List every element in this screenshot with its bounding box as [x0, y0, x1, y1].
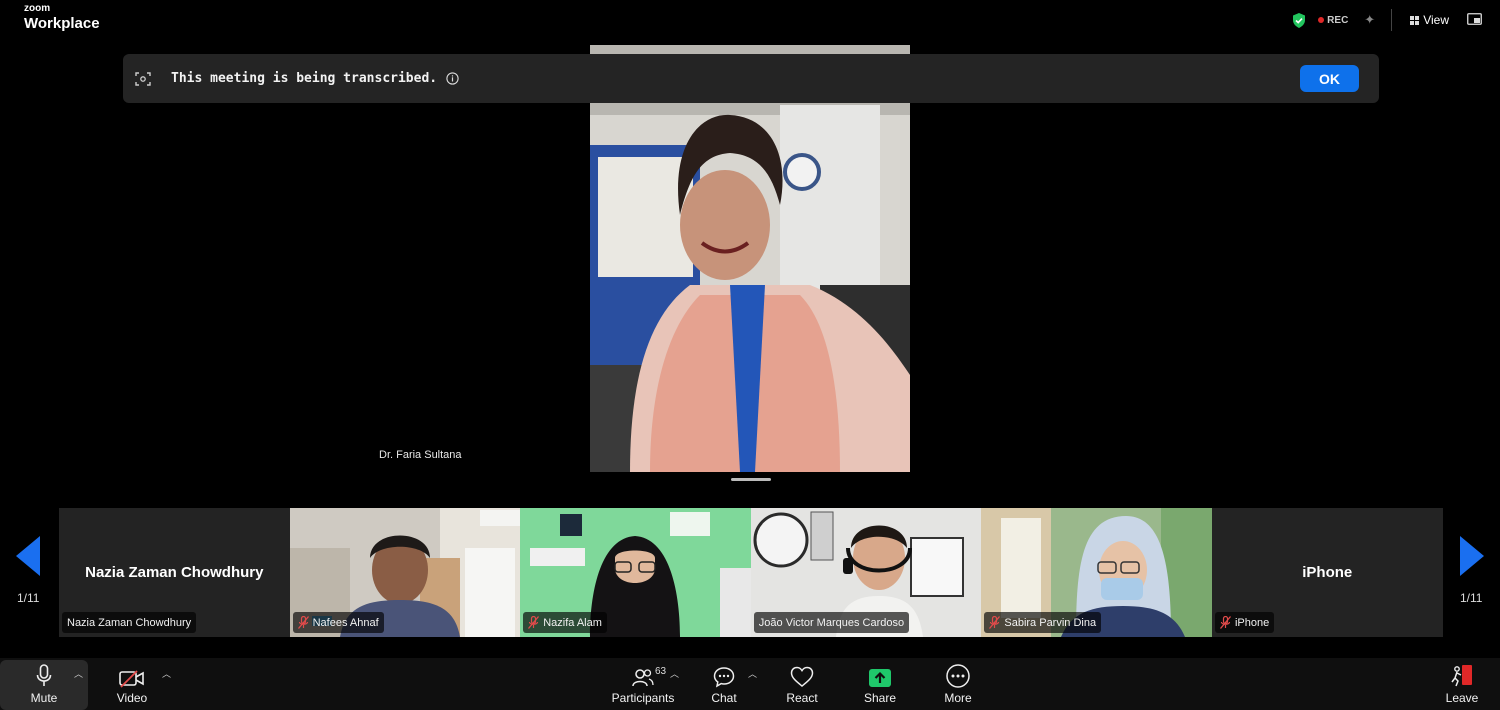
transcription-icon [135, 71, 151, 86]
react-button[interactable]: React [778, 658, 826, 710]
transcription-banner: This meeting is being transcribed. OK [123, 54, 1379, 103]
page-indicator-left: 1/11 [17, 591, 40, 605]
mute-button[interactable]: Mute [18, 658, 70, 710]
heart-icon [790, 658, 814, 688]
mute-label: Mute [30, 691, 58, 705]
participant-name-tag: Sabira Parvin Dina [984, 612, 1102, 633]
video-label: Video [116, 691, 148, 705]
page-indicator-right: 1/11 [1460, 591, 1483, 605]
participant-name-tag: Nazia Zaman Chowdhury [62, 612, 197, 633]
meeting-toolbar: Mute ︿ Video ︿ Participants 63 ︿ Chat ︿ … [0, 658, 1500, 710]
more-label: More [944, 691, 972, 705]
recording-label: REC [1327, 14, 1349, 26]
participant-tile[interactable]: João Victor Marques Cardoso [750, 508, 982, 637]
participants-options-chevron-icon[interactable]: ︿ [670, 667, 679, 680]
ok-button[interactable]: OK [1300, 65, 1359, 92]
participant-name-tag: Nafees Ahnaf [292, 612, 384, 633]
more-button[interactable]: More [934, 658, 982, 710]
picture-in-picture-icon[interactable] [1467, 12, 1482, 28]
more-options-icon [946, 658, 970, 688]
top-right-controls: REC ✦ View [1292, 9, 1482, 31]
participant-name: iPhone [1234, 616, 1270, 629]
ai-sparkle-icon[interactable]: ✦ [1364, 12, 1375, 28]
participant-name: Nafees Ahnaf [312, 616, 379, 629]
share-button[interactable]: Share [856, 658, 904, 710]
react-label: React [786, 691, 818, 705]
view-label: View [1423, 13, 1449, 27]
logo-product-text: Workplace [24, 15, 100, 32]
mic-muted-icon [528, 616, 540, 629]
mic-muted-icon [297, 616, 309, 629]
video-off-icon [119, 658, 145, 688]
recording-dot-icon [1318, 17, 1325, 23]
logo-small-text: zoom [24, 3, 51, 14]
share-label: Share [863, 691, 897, 705]
participant-tile[interactable]: iPhone iPhone [1211, 508, 1443, 637]
chat-bubble-icon [713, 658, 735, 688]
microphone-icon [36, 658, 52, 688]
participant-center-name: Nazia Zaman Chowdhury [85, 564, 264, 581]
resize-drag-handle[interactable] [731, 478, 771, 481]
previous-page-arrow-icon[interactable] [16, 536, 40, 576]
participants-count: 63 [655, 666, 667, 677]
recording-indicator[interactable]: REC [1318, 15, 1348, 26]
participant-name-tag: iPhone [1214, 612, 1275, 633]
mic-muted-icon [989, 616, 1001, 629]
grid-view-icon [1410, 15, 1420, 25]
active-speaker-name: Dr. Faria Sultana [379, 449, 462, 461]
active-speaker-video[interactable] [590, 45, 910, 472]
participant-name: Nazia Zaman Chowdhury [67, 616, 192, 629]
video-button[interactable]: Video [106, 658, 158, 710]
participant-center-name: iPhone [1302, 564, 1353, 581]
participant-tile[interactable]: Nafees Ahnaf [289, 508, 521, 637]
banner-message: This meeting is being transcribed. [171, 71, 438, 86]
share-screen-icon [868, 658, 892, 688]
next-page-arrow-icon[interactable] [1460, 536, 1484, 576]
chat-button[interactable]: Chat [700, 658, 748, 710]
participants-icon [632, 658, 654, 688]
gallery-strip: Nazia Zaman Chowdhury Nazia Zaman Chowdh… [59, 508, 1443, 637]
participant-name: João Victor Marques Cardoso [758, 616, 905, 629]
audio-options-chevron-icon[interactable]: ︿ [74, 667, 83, 680]
speaker-video-frame [590, 45, 910, 472]
participants-label: Participants [611, 691, 675, 705]
leave-label: Leave [1445, 691, 1479, 705]
leave-button[interactable]: Leave [1440, 658, 1484, 710]
participant-tile[interactable]: Sabira Parvin Dina [981, 508, 1212, 637]
info-icon[interactable] [446, 72, 459, 85]
mic-muted-icon [1219, 616, 1231, 629]
zoom-logo: zoom Workplace [24, 3, 100, 32]
participant-tile[interactable]: Nazia Zaman Chowdhury Nazia Zaman Chowdh… [59, 508, 290, 637]
chat-label: Chat [711, 691, 737, 705]
participant-name-tag: Nazifa Alam [523, 612, 607, 633]
chat-options-chevron-icon[interactable]: ︿ [748, 667, 757, 680]
divider [1391, 9, 1393, 31]
participant-name: Sabira Parvin Dina [1004, 616, 1097, 629]
security-shield-icon[interactable] [1292, 12, 1306, 28]
participant-name-tag: João Victor Marques Cardoso [753, 612, 910, 633]
participant-name: Nazifa Alam [543, 616, 602, 629]
leave-door-icon [1450, 658, 1474, 688]
participant-tile[interactable]: Nazifa Alam [520, 508, 751, 637]
view-button[interactable]: View [1410, 13, 1449, 27]
video-options-chevron-icon[interactable]: ︿ [162, 667, 171, 680]
